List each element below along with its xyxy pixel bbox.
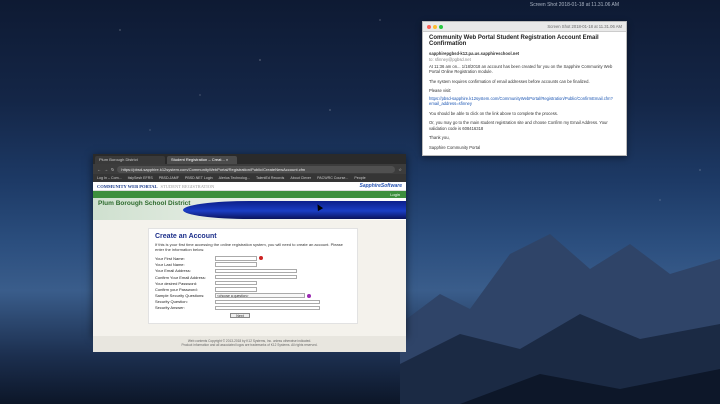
password-label: Your desired Password: <box>155 280 198 286</box>
star-icon[interactable]: ☆ <box>398 167 402 172</box>
page-footer: Web contents Copyright © 2013-2018 by K1… <box>93 336 406 352</box>
login-link[interactable]: Login <box>390 192 400 197</box>
confirm-email-input[interactable] <box>215 274 297 280</box>
address-row: ← → ↻ https://pbsd-sapphire.k12system.co… <box>93 164 406 174</box>
email-subject: Community Web Portal Student Registratio… <box>429 35 599 47</box>
required-icon <box>259 256 263 261</box>
confirm-email-label: Confirm Your Email Address: <box>155 274 206 280</box>
help-icon[interactable] <box>307 293 311 298</box>
portal-brand: COMMUNITY WEB PORTAL <box>97 183 158 189</box>
first-name-input[interactable] <box>215 256 257 261</box>
form-intro: If this is your first time accessing the… <box>155 242 343 253</box>
last-name-label: Your Last Name: <box>155 262 185 268</box>
bookmark-item[interactable]: ItslySesh EFRS <box>128 176 153 180</box>
last-name-input[interactable] <box>215 262 257 267</box>
site-header: COMMUNITY WEB PORTAL STUDENT REGISTRATIO… <box>93 182 406 191</box>
menubar-item: Screen Shot 2018-01-18 at 11.31.06 AM <box>529 2 619 8</box>
bookmark-item[interactable]: Log In – Com... <box>97 176 122 180</box>
email-label: Your Email Address: <box>155 268 191 274</box>
nav-bar: Login <box>93 191 406 198</box>
email-body-2: The system requires confirmation of emai… <box>429 78 590 84</box>
district-name: Plum Borough School District <box>98 200 191 207</box>
district-banner: Plum Borough School District <box>93 198 406 220</box>
maximize-icon[interactable] <box>439 24 443 29</box>
web-page: COMMUNITY WEB PORTAL STUDENT REGISTRATIO… <box>93 182 406 336</box>
create-account-form: Create an Account If this is your first … <box>148 228 358 324</box>
tab-plum-borough[interactable]: Plum Borough District <box>95 156 165 164</box>
tab-strip: Plum Borough District Student Registrati… <box>93 154 406 164</box>
email-from: sapphirepgbsd-k12.pa.us.sapphireschool.n… <box>429 51 520 56</box>
banner-wave <box>183 201 406 219</box>
form-title: Create an Account <box>155 233 217 240</box>
email-visit-label: Please visit: <box>429 88 452 94</box>
sample-questions-label: Sample Security Questions: <box>155 293 205 299</box>
bookmark-item[interactable]: People <box>354 176 365 180</box>
sapphire-logo: SapphireSoftware <box>359 183 402 189</box>
email-titlebar: Screen Shot 2018-01-18 at 11.31.06 AM <box>423 22 626 32</box>
tab-student-registration[interactable]: Student Registration – Creat... × <box>167 156 237 164</box>
bookmark-item[interactable]: About Clever <box>290 176 311 180</box>
bookmarks-bar: Log In – Com... ItslySesh EFRS PBSD.JAMF… <box>93 174 406 182</box>
bookmark-item[interactable]: Alerius Technolog... <box>219 176 250 180</box>
security-question-select[interactable]: <choose a question> <box>215 293 305 299</box>
bookmark-item[interactable]: TalentEd Records <box>256 176 284 180</box>
confirm-email-link[interactable]: https://pbsd-sapphire.k12system.com/Comm… <box>429 96 613 106</box>
security-answer-input[interactable] <box>215 305 320 311</box>
browser-window: Plum Borough District Student Registrati… <box>93 154 406 336</box>
email-input[interactable] <box>215 268 297 274</box>
confirm-password-input[interactable] <box>215 287 257 292</box>
email-timestamp: Screen Shot 2018-01-18 at 11.31.06 AM <box>547 24 622 29</box>
minimize-icon[interactable] <box>433 24 437 29</box>
footer-line-2: Product information and all associated l… <box>181 343 318 348</box>
security-question-label: Security Question: <box>155 299 188 305</box>
mountain-wallpaper <box>400 234 720 404</box>
email-window: Screen Shot 2018-01-18 at 11.31.06 AM Co… <box>422 21 627 156</box>
confirm-password-label: Confirm your Password: <box>155 286 198 292</box>
email-body-4: Or, you may go to the main student regis… <box>429 120 608 131</box>
next-button[interactable]: Next <box>230 313 250 319</box>
mac-menubar: Screen Shot 2018-01-18 at 11.31.06 AM <box>95 0 625 10</box>
first-name-label: Your First Name: <box>155 255 185 261</box>
url-input[interactable]: https://pbsd-sapphire.k12system.com/Comm… <box>117 165 396 173</box>
email-signature: Sapphire Community Portal <box>429 144 481 150</box>
email-thanks: Thank you, <box>429 135 450 141</box>
security-question-input[interactable] <box>215 299 320 305</box>
email-body-1: At 11:36 am on... 1/18/2018 an account h… <box>429 64 613 75</box>
security-answer-label: Security Answer: <box>155 305 185 311</box>
bookmark-item[interactable]: PBSD.NET Login <box>185 176 213 180</box>
reload-icon[interactable]: ↻ <box>111 167 114 172</box>
close-icon[interactable] <box>427 24 431 29</box>
back-icon[interactable]: ← <box>97 167 101 172</box>
bookmark-item[interactable]: PBSD.JAMF <box>159 176 179 180</box>
email-body-3: You should be able to click on the link … <box>429 110 559 116</box>
portal-subbrand: STUDENT REGISTRATION <box>160 183 215 189</box>
password-input[interactable] <box>215 280 257 286</box>
forward-icon[interactable]: → <box>104 167 108 172</box>
bookmark-item[interactable]: PACWRC Course... <box>317 176 348 180</box>
